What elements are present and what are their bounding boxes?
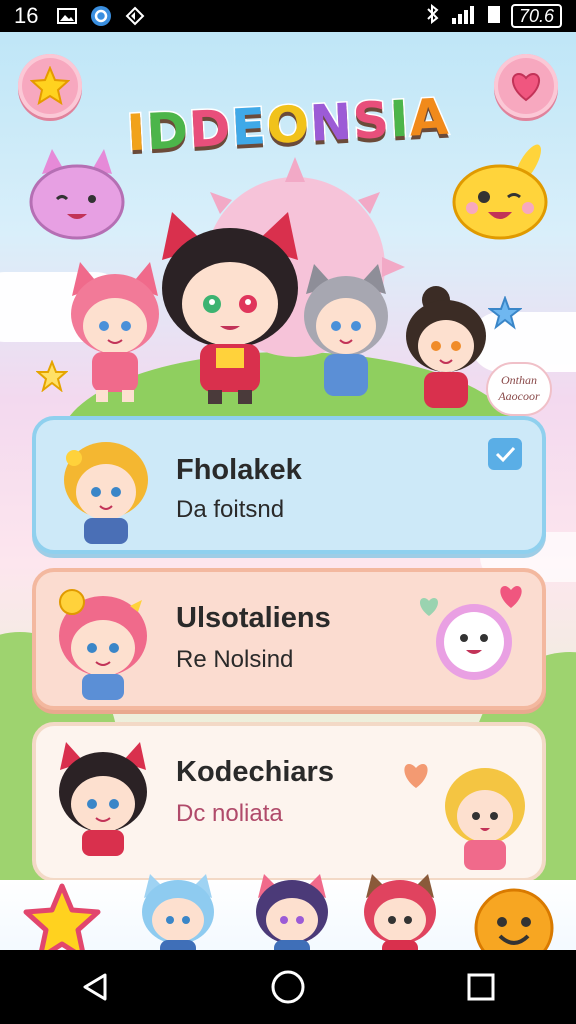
heart-decoration-icon — [500, 586, 522, 608]
system-nav-bar — [0, 950, 576, 1024]
card-1[interactable]: Fholakek Da foitsnd — [32, 416, 546, 554]
sim-icon — [487, 4, 501, 29]
purple-hair-cat-character[interactable] — [250, 870, 334, 950]
bluetooth-icon — [425, 3, 441, 29]
pink-hair-character-avatar — [59, 589, 147, 700]
bun-hair-character — [406, 286, 486, 408]
recents-icon[interactable] — [463, 969, 499, 1005]
home-icon[interactable] — [268, 967, 308, 1007]
smiley-face-button-icon[interactable] — [472, 886, 556, 950]
red-hair-cat-character[interactable] — [358, 870, 442, 950]
status-bar: 16 70.6 — [0, 0, 576, 32]
check-icon — [495, 446, 516, 463]
card-subtitle: Da foitsnd — [176, 496, 285, 523]
card-subtitle: Re Nolsind — [176, 646, 294, 673]
card-3[interactable]: Kodechiars Dc noliata — [32, 722, 546, 882]
sign-bubble: Onthan Aaocoor — [486, 362, 552, 416]
card-title: Ulsotaliens — [176, 602, 331, 634]
bottom-character-bar — [0, 874, 576, 950]
battery-indicator: 70.6 — [510, 4, 562, 28]
star-button-icon[interactable] — [22, 882, 102, 950]
card-title: Fholakek — [176, 454, 302, 486]
gallery-icon — [56, 6, 78, 26]
card-2[interactable]: Ulsotaliens Re Nolsind — [32, 568, 546, 710]
blonde-character-avatar — [64, 442, 148, 544]
signal-icon — [451, 4, 477, 29]
black-hair-cat-avatar — [59, 742, 147, 856]
status-time: 16 — [14, 3, 39, 28]
blue-hair-cat-character[interactable] — [136, 870, 220, 950]
yellow-bunny-blob-icon — [452, 144, 548, 240]
smiley-bubble-icon — [436, 604, 512, 680]
card-title: Kodechiars — [176, 756, 334, 788]
app-icon — [90, 6, 112, 26]
nav-icon — [124, 6, 146, 26]
blonde-girl-character — [445, 768, 525, 870]
heart-decoration-icon — [419, 598, 439, 616]
app-screen: IDDEONSIA Onthan Aaocoor Fholakek Da foi… — [0, 32, 576, 950]
check-badge[interactable] — [488, 438, 522, 470]
card-subtitle: Dc noliata — [176, 800, 283, 827]
grey-hair-cat-character — [304, 264, 388, 396]
heart-icon — [404, 764, 428, 788]
star-icon — [30, 66, 70, 106]
black-hair-cat-girl-character — [162, 212, 298, 404]
pink-cat-blob-icon — [29, 149, 125, 240]
back-icon[interactable] — [77, 969, 113, 1005]
